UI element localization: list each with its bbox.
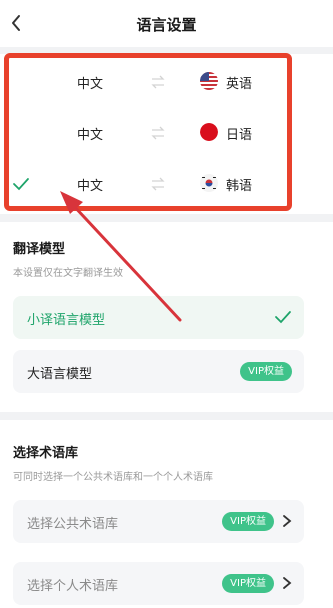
target-language: 英语 — [226, 77, 253, 92]
japan-flag-icon — [200, 123, 218, 141]
terminology-section: 选择术语库 可同时选择一个公共术语库和一个个人术语库 选择公共术语库 VIP权益… — [0, 420, 333, 608]
option-label: 大语言模型 — [27, 367, 93, 382]
us-flag-icon — [200, 72, 218, 90]
source-language: 中文 — [77, 128, 104, 143]
check-icon — [13, 178, 29, 191]
language-pair-card: 中文 英语 中文 日语 中文 韩语 — [0, 54, 333, 214]
language-row-japanese[interactable]: 中文 日语 — [0, 115, 333, 151]
language-row-english[interactable]: 中文 英语 — [0, 64, 333, 100]
target-language: 日语 — [226, 128, 253, 143]
select-public-glossary[interactable]: 选择公共术语库 VIP权益 — [13, 500, 304, 543]
target-language: 韩语 — [226, 179, 253, 194]
korea-flag-icon — [200, 174, 218, 192]
source-language: 中文 — [77, 179, 104, 194]
model-option-llm[interactable]: 大语言模型 VIP权益 — [13, 350, 304, 393]
vip-badge: VIP权益 — [222, 512, 274, 531]
translation-model-section: 翻译模型 本设置仅在文字翻译生效 小译语言模型 大语言模型 VIP权益 — [0, 222, 333, 412]
option-label: 小译语言模型 — [27, 313, 106, 328]
page-title: 语言设置 — [136, 16, 197, 34]
section-title: 选择术语库 — [13, 446, 79, 461]
model-option-xiaoyi[interactable]: 小译语言模型 — [13, 296, 304, 339]
chevron-right-icon — [283, 577, 292, 589]
option-label: 选择公共术语库 — [27, 517, 119, 532]
section-description: 可同时选择一个公共术语库和一个个人术语库 — [13, 472, 213, 483]
swap-icon — [151, 126, 165, 140]
swap-icon — [151, 75, 165, 89]
source-language: 中文 — [77, 77, 104, 92]
check-icon — [275, 311, 291, 324]
vip-badge: VIP权益 — [222, 574, 274, 593]
chevron-right-icon — [283, 515, 292, 527]
section-description: 本设置仅在文字翻译生效 — [13, 268, 123, 279]
option-label: 选择个人术语库 — [27, 579, 119, 594]
top-bar: 语言设置 — [0, 0, 333, 47]
section-title: 翻译模型 — [13, 242, 66, 257]
language-row-korean[interactable]: 中文 韩语 — [0, 166, 333, 202]
select-personal-glossary[interactable]: 选择个人术语库 VIP权益 — [13, 562, 304, 605]
swap-icon — [151, 177, 165, 191]
vip-badge: VIP权益 — [240, 362, 292, 381]
